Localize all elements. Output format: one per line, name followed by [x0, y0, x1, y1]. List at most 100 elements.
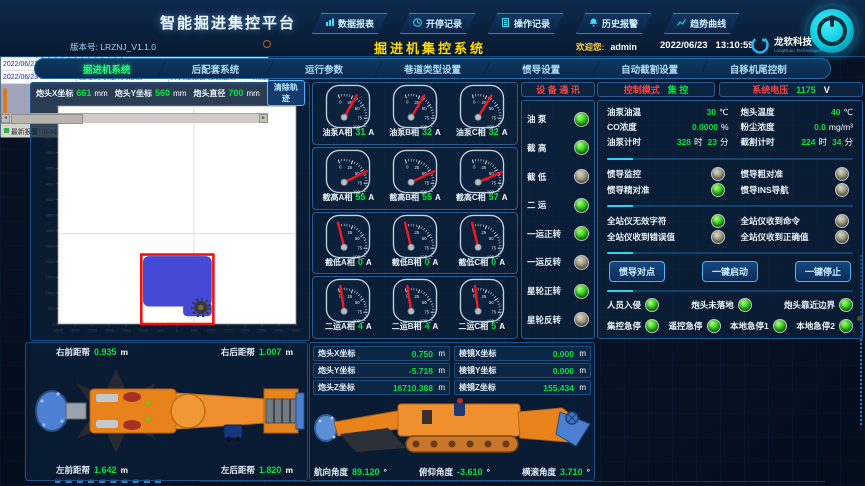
unit: ℃: [843, 107, 853, 118]
indicator-light-on: [707, 319, 721, 333]
unit: m: [574, 349, 586, 358]
logo-subtext: LongRuan Technologies: [774, 48, 822, 53]
estop-indicator-4: 本地急停2: [796, 319, 853, 333]
unit: m: [121, 347, 129, 357]
svg-text:4000: 4000: [46, 197, 56, 202]
label: 惯导精对准: [607, 184, 650, 196]
nav-button-3[interactable]: 操作记录: [488, 13, 563, 34]
unit: %: [721, 122, 729, 132]
svg-text:75: 75: [491, 310, 496, 315]
scroll-right-icon[interactable]: ►: [259, 114, 268, 123]
label: 棱镜Z坐标: [459, 382, 496, 393]
report-icon: [325, 18, 334, 29]
label: 油泵C相: [456, 127, 486, 138]
tab-4[interactable]: 巷道类型设置: [379, 62, 487, 76]
control-header: 控制模式 集 控 系统电压 1175 V: [597, 82, 863, 97]
label: 左前距帮: [56, 464, 90, 476]
gauge-7: 0255075100截低A相0A: [315, 214, 382, 273]
unit: °: [384, 467, 387, 477]
tab-6[interactable]: 自动截割设置: [596, 62, 704, 76]
value: 40: [831, 107, 840, 117]
gauge-label: 二运B相4A: [392, 321, 439, 332]
indicator-light-on: [839, 298, 853, 312]
svg-text:-2500: -2500: [87, 328, 98, 333]
time-text: 13:10:59: [716, 40, 754, 51]
label: 惯导INS导航: [741, 184, 789, 196]
one-key-stop-button[interactable]: 一键停止: [795, 261, 851, 282]
unit: 时: [694, 136, 703, 148]
inertial-nav-align-button[interactable]: 惯导对点: [609, 261, 665, 282]
tab-5[interactable]: 惯导设置: [487, 62, 595, 76]
gauge-row-2: 0255075100截高A相55A0255075100截高B相55A025507…: [312, 147, 518, 210]
comm-item-4: 二 运: [527, 198, 589, 213]
one-key-start-button[interactable]: 一键启动: [702, 261, 758, 282]
unit: mg/m³: [829, 122, 853, 132]
divider: [607, 158, 853, 160]
scroll-left-icon[interactable]: ◄: [1, 114, 10, 123]
total-station-indicators: 全站仪无效字符全站仪收到命令全站仪收到错误值全站仪收到正确值: [607, 213, 853, 245]
nav-button-5[interactable]: 趋势曲线: [664, 13, 739, 34]
svg-text:-1500: -1500: [121, 328, 132, 333]
nav-button-4[interactable]: 历史报警: [576, 13, 651, 34]
angle-1: 航向角度89.120°: [314, 466, 387, 478]
nav-indicator-1: 惯导监控: [607, 166, 729, 182]
unit: 时: [819, 136, 828, 148]
tab-2[interactable]: 后配套系统: [162, 62, 270, 76]
safety-indicator-1: 人员入侵: [607, 298, 659, 312]
gauge-row-4: 0255075100二运A相4A0255075100二运B相4A02550751…: [312, 276, 518, 339]
label: 遥控急停: [669, 320, 703, 332]
wall-distance-br: 左后距帮1.820m: [221, 464, 293, 476]
svg-text:500: 500: [48, 306, 55, 311]
nav-button-label: 操作记录: [514, 17, 550, 30]
svg-text:1500: 1500: [46, 275, 56, 280]
label: 二运C相: [458, 321, 488, 332]
label: 截高C相: [456, 192, 486, 203]
control-mode-value: 集 控: [668, 83, 689, 96]
station-indicator-4: 全站仪收到正确值: [741, 229, 854, 245]
tab-7[interactable]: 自移机尾控制: [704, 62, 812, 76]
svg-text:50: 50: [489, 106, 494, 111]
stat-item: CO浓度0.0000%: [607, 121, 729, 136]
value: 23: [708, 137, 717, 147]
tab-1[interactable]: 掘进机系统: [53, 62, 161, 76]
gauge-dial: 0255075100: [319, 84, 377, 129]
nav-button-1[interactable]: 数据报表: [312, 13, 387, 34]
svg-text:500: 500: [191, 328, 198, 333]
cutting-head-fields: 炮头X坐标661mm炮头Y坐标560mm炮头直径700mm清除轨迹: [36, 85, 305, 101]
unit: ℃: [719, 107, 729, 118]
alarm-hscrollbar[interactable]: ◄ ►: [1, 113, 268, 123]
value: 1.642: [94, 465, 117, 475]
unit: m: [433, 366, 445, 375]
svg-text:50: 50: [355, 106, 360, 111]
svg-text:1500: 1500: [224, 328, 234, 333]
nav-button-label: 数据报表: [338, 17, 374, 30]
ring-deco: [263, 40, 271, 48]
angle-2: 俯仰角度-3.610°: [419, 466, 490, 478]
machine-side-view: [310, 394, 594, 458]
indicator-light-off: [835, 230, 849, 244]
cutting-head-field-1: 炮头X坐标661mm: [36, 88, 108, 99]
svg-text:75: 75: [424, 115, 429, 120]
history-alarm-icon: [589, 18, 598, 29]
label: 二运A相: [325, 321, 355, 332]
wall-distance-tl: 右前距帮0.935m: [56, 346, 128, 358]
svg-text:25: 25: [414, 294, 419, 299]
svg-text:25: 25: [481, 294, 486, 299]
wall-distance-bl: 左前距帮1.642m: [56, 464, 128, 476]
scrollbar-thumb[interactable]: [11, 114, 83, 124]
label: 全站仪收到命令: [741, 215, 801, 227]
tab-3[interactable]: 运行参数: [270, 62, 378, 76]
comm-item-6: 一运反转: [527, 255, 589, 270]
svg-text:75: 75: [491, 245, 496, 250]
gauge-dial: 0255075100: [453, 278, 511, 323]
coordinate-1: 炮头X坐标0.750m: [313, 346, 450, 361]
value: -5.718: [355, 366, 433, 376]
nav-button-2[interactable]: 开停记录: [400, 13, 475, 34]
comm-item-7: 星轮正转: [527, 284, 589, 299]
svg-text:75: 75: [358, 180, 363, 185]
gauge-label: 截高C相57A: [456, 192, 508, 203]
unit: mm: [246, 89, 259, 98]
gauge-row-3: 0255075100截低A相0A0255075100截低B相0A02550751…: [312, 212, 518, 275]
value: 0: [491, 257, 496, 267]
unit: A: [368, 128, 374, 137]
